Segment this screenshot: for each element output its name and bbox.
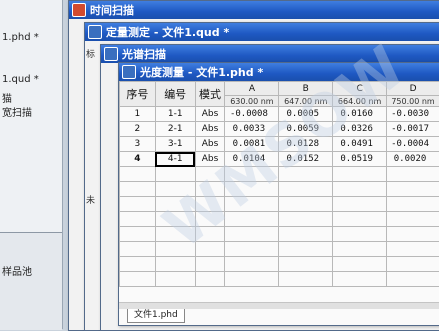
header-col-c[interactable]: C [333,82,387,96]
header-col-d[interactable]: D [387,82,439,96]
cell-mode[interactable]: Abs [195,122,225,137]
header-col-b[interactable]: B [279,82,333,96]
left-item[interactable]: 1.phd * [2,32,39,43]
cell-value[interactable]: 0.0160 [333,107,387,122]
cell-value[interactable]: -0.0030 [387,107,439,122]
table-row[interactable]: 2 2-1 Abs 0.0033 0.0059 0.0326 -0.0017 [120,122,439,137]
cell-code-selected[interactable]: 4-1 [155,152,195,167]
empty-row[interactable] [120,227,439,242]
cell-value[interactable]: 0.0326 [333,122,387,137]
app-icon [122,65,136,79]
cell-value[interactable]: -0.0008 [225,107,279,122]
window-title: 光度测量 - 文件1.phd * [140,64,263,80]
properties-box: 样品池 [0,232,62,330]
cell-value[interactable]: -0.0004 [387,137,439,152]
empty-row[interactable] [120,257,439,272]
header-wavelength-a: 630.00 nm [225,96,279,107]
app-icon [72,3,86,17]
header-col-a[interactable]: A [225,82,279,96]
photometric-window[interactable]: 光度测量 - 文件1.phd * 序号 编号 模式 A B C D 630.00… [118,62,439,326]
cell-value[interactable]: 0.0005 [279,107,333,122]
side-tab[interactable]: 标 [86,47,95,60]
header-code[interactable]: 编号 [155,82,195,107]
cell-index[interactable]: 2 [120,122,156,137]
cell-value[interactable]: 0.0491 [333,137,387,152]
empty-row[interactable] [120,182,439,197]
property-label: 样品池 [2,263,32,278]
data-grid[interactable]: 序号 编号 模式 A B C D 630.00 nm 647.00 nm 664… [119,81,439,325]
cell-mode[interactable]: Abs [195,107,225,122]
cell-index[interactable]: 1 [120,107,156,122]
header-wavelength-c: 664.00 nm [333,96,387,107]
cell-code[interactable]: 2-1 [155,122,195,137]
table-row[interactable]: 3 3-1 Abs 0.0081 0.0128 0.0491 -0.0004 [120,137,439,152]
cell-mode[interactable]: Abs [195,152,225,167]
table-row[interactable]: 4 4-1 Abs 0.0104 0.0152 0.0519 0.0020 [120,152,439,167]
empty-row[interactable] [120,197,439,212]
cell-index[interactable]: 4 [120,152,156,167]
cell-value[interactable]: 0.0519 [333,152,387,167]
results-table: 序号 编号 模式 A B C D 630.00 nm 647.00 nm 664… [119,81,439,287]
header-wavelength-b: 647.00 nm [279,96,333,107]
window-title: 光谱扫描 [122,46,166,62]
empty-row[interactable] [120,212,439,227]
cell-value[interactable]: -0.0017 [387,122,439,137]
cell-index[interactable]: 3 [120,137,156,152]
cell-code[interactable]: 1-1 [155,107,195,122]
header-wavelength-d: 750.00 nm [387,96,439,107]
left-item[interactable]: 宽扫描 [2,104,32,119]
cell-value[interactable]: 0.0152 [279,152,333,167]
quant-titlebar[interactable]: 定量测定 - 文件1.qud * [85,23,439,41]
app-icon [104,47,118,61]
cell-value[interactable]: 0.0081 [225,137,279,152]
empty-row[interactable] [120,242,439,257]
table-row[interactable]: 1 1-1 Abs -0.0008 0.0005 0.0160 -0.0030 [120,107,439,122]
header-mode[interactable]: 模式 [195,82,225,107]
app-icon [88,25,102,39]
window-title: 时间扫描 [90,2,134,18]
header-index[interactable]: 序号 [120,82,156,107]
horizontal-scrollbar[interactable] [119,302,439,309]
cell-value[interactable]: 0.0059 [279,122,333,137]
cell-value[interactable]: 0.0020 [387,152,439,167]
empty-row[interactable] [120,167,439,182]
cell-mode[interactable]: Abs [195,137,225,152]
side-tab[interactable]: 未 [86,193,95,206]
photometric-titlebar[interactable]: 光度测量 - 文件1.phd * [119,63,439,81]
time-scan-titlebar[interactable]: 时间扫描 [69,1,439,19]
left-item[interactable]: 猫 [2,90,12,105]
left-item[interactable]: 1.qud * [2,74,39,85]
window-title: 定量测定 - 文件1.qud * [106,24,229,40]
cell-value[interactable]: 0.0033 [225,122,279,137]
empty-row[interactable] [120,272,439,287]
spectrum-titlebar[interactable]: 光谱扫描 [101,45,439,63]
left-panel: 1.phd * 1.qud * 猫 宽扫描 样品池 [0,0,63,329]
cell-value[interactable]: 0.0128 [279,137,333,152]
cell-value[interactable]: 0.0104 [225,152,279,167]
sheet-tab[interactable]: 文件1.phd [127,309,185,323]
cell-code[interactable]: 3-1 [155,137,195,152]
